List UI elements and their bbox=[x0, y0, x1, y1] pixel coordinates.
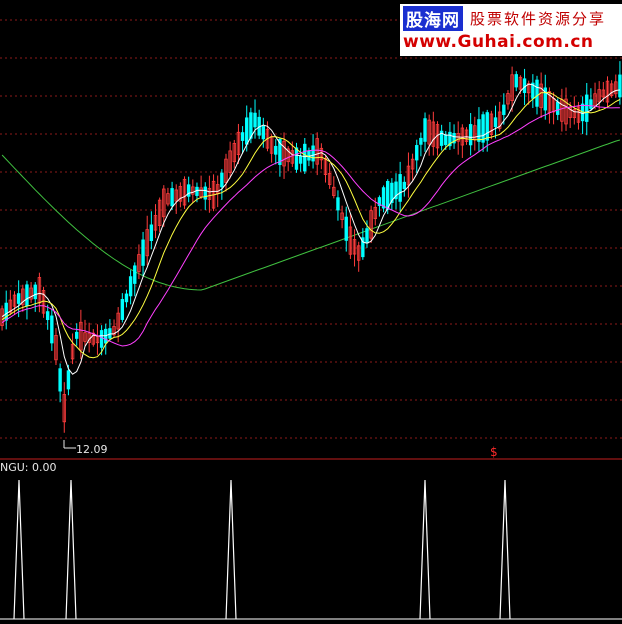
candle-body bbox=[128, 276, 133, 297]
candle-body bbox=[245, 117, 249, 145]
ma-mid-line bbox=[1, 92, 621, 359]
candle-body bbox=[618, 74, 622, 98]
candle-body bbox=[485, 112, 489, 141]
candle-body bbox=[124, 293, 129, 303]
watermark-site-name: 股海网 bbox=[403, 6, 463, 31]
candle-body bbox=[589, 99, 593, 109]
candle-body bbox=[423, 118, 427, 142]
candle-body bbox=[514, 74, 518, 88]
watermark-slogan: 股票软件资源分享 bbox=[470, 10, 607, 28]
signal-marker: $ bbox=[490, 445, 498, 459]
watermark-url: www.Guhai.com.cn bbox=[403, 32, 594, 52]
candle-body bbox=[477, 119, 481, 142]
candle-body bbox=[45, 311, 50, 321]
price-low-label: 12.09 bbox=[76, 443, 108, 456]
watermark-logo: 股海网 股票软件资源分享 www.Guhai.com.cn bbox=[400, 4, 622, 56]
candle-body bbox=[402, 181, 406, 189]
candle-body bbox=[33, 284, 37, 300]
indicator-label: NGU: 0.00 bbox=[0, 461, 57, 474]
stock-chart bbox=[0, 19, 622, 620]
candle-body bbox=[294, 147, 299, 170]
candle-body bbox=[535, 79, 539, 107]
candle-body bbox=[502, 104, 506, 115]
moving-average-lines bbox=[1, 83, 621, 375]
candle-body bbox=[585, 94, 589, 122]
ma-long-line bbox=[1, 104, 620, 347]
candle-body bbox=[50, 315, 54, 344]
candle-body bbox=[311, 145, 315, 162]
candle-body bbox=[481, 114, 485, 143]
candle-body bbox=[203, 186, 207, 200]
candle-body bbox=[468, 124, 473, 146]
candle-body bbox=[556, 101, 560, 115]
ma-slow-line bbox=[1, 139, 621, 291]
candle-body bbox=[141, 239, 145, 266]
ngu-signal-spike bbox=[499, 479, 511, 620]
ma-slow-curve bbox=[1, 139, 621, 291]
candle-body bbox=[298, 155, 303, 164]
candle-body bbox=[253, 112, 257, 128]
candle-body bbox=[381, 187, 386, 209]
candle-body bbox=[274, 145, 278, 155]
candle-body bbox=[133, 265, 137, 284]
candle-body bbox=[336, 197, 340, 211]
ngu-indicator bbox=[0, 479, 622, 620]
ngu-signal-spike bbox=[13, 479, 25, 620]
candlesticks bbox=[0, 61, 622, 433]
candle-body bbox=[75, 331, 79, 339]
candle-body bbox=[149, 224, 154, 241]
candle-body bbox=[120, 299, 125, 320]
candle-body bbox=[493, 117, 498, 128]
ngu-signal-spike bbox=[65, 479, 77, 620]
candle-body bbox=[386, 180, 390, 210]
candle-body bbox=[398, 174, 402, 202]
candle-body bbox=[58, 368, 62, 392]
ngu-signal-spike bbox=[225, 479, 237, 620]
ma-short-line bbox=[1, 83, 620, 375]
candle-body bbox=[99, 330, 104, 348]
candle-body bbox=[240, 132, 245, 141]
candle-body bbox=[249, 112, 253, 139]
candle-body bbox=[108, 328, 112, 339]
candle-body bbox=[415, 145, 419, 161]
candle-body bbox=[66, 370, 71, 390]
candle-body bbox=[261, 125, 266, 140]
candle-body bbox=[444, 134, 448, 146]
candle-body bbox=[419, 137, 423, 145]
ngu-signal-spike bbox=[419, 479, 431, 620]
candle-body bbox=[303, 143, 307, 172]
candle-body bbox=[365, 228, 369, 244]
candle-body bbox=[16, 293, 21, 304]
candle-body bbox=[25, 284, 29, 307]
candle-body bbox=[344, 216, 348, 241]
candle-body bbox=[170, 188, 174, 207]
candle-body bbox=[220, 172, 224, 188]
